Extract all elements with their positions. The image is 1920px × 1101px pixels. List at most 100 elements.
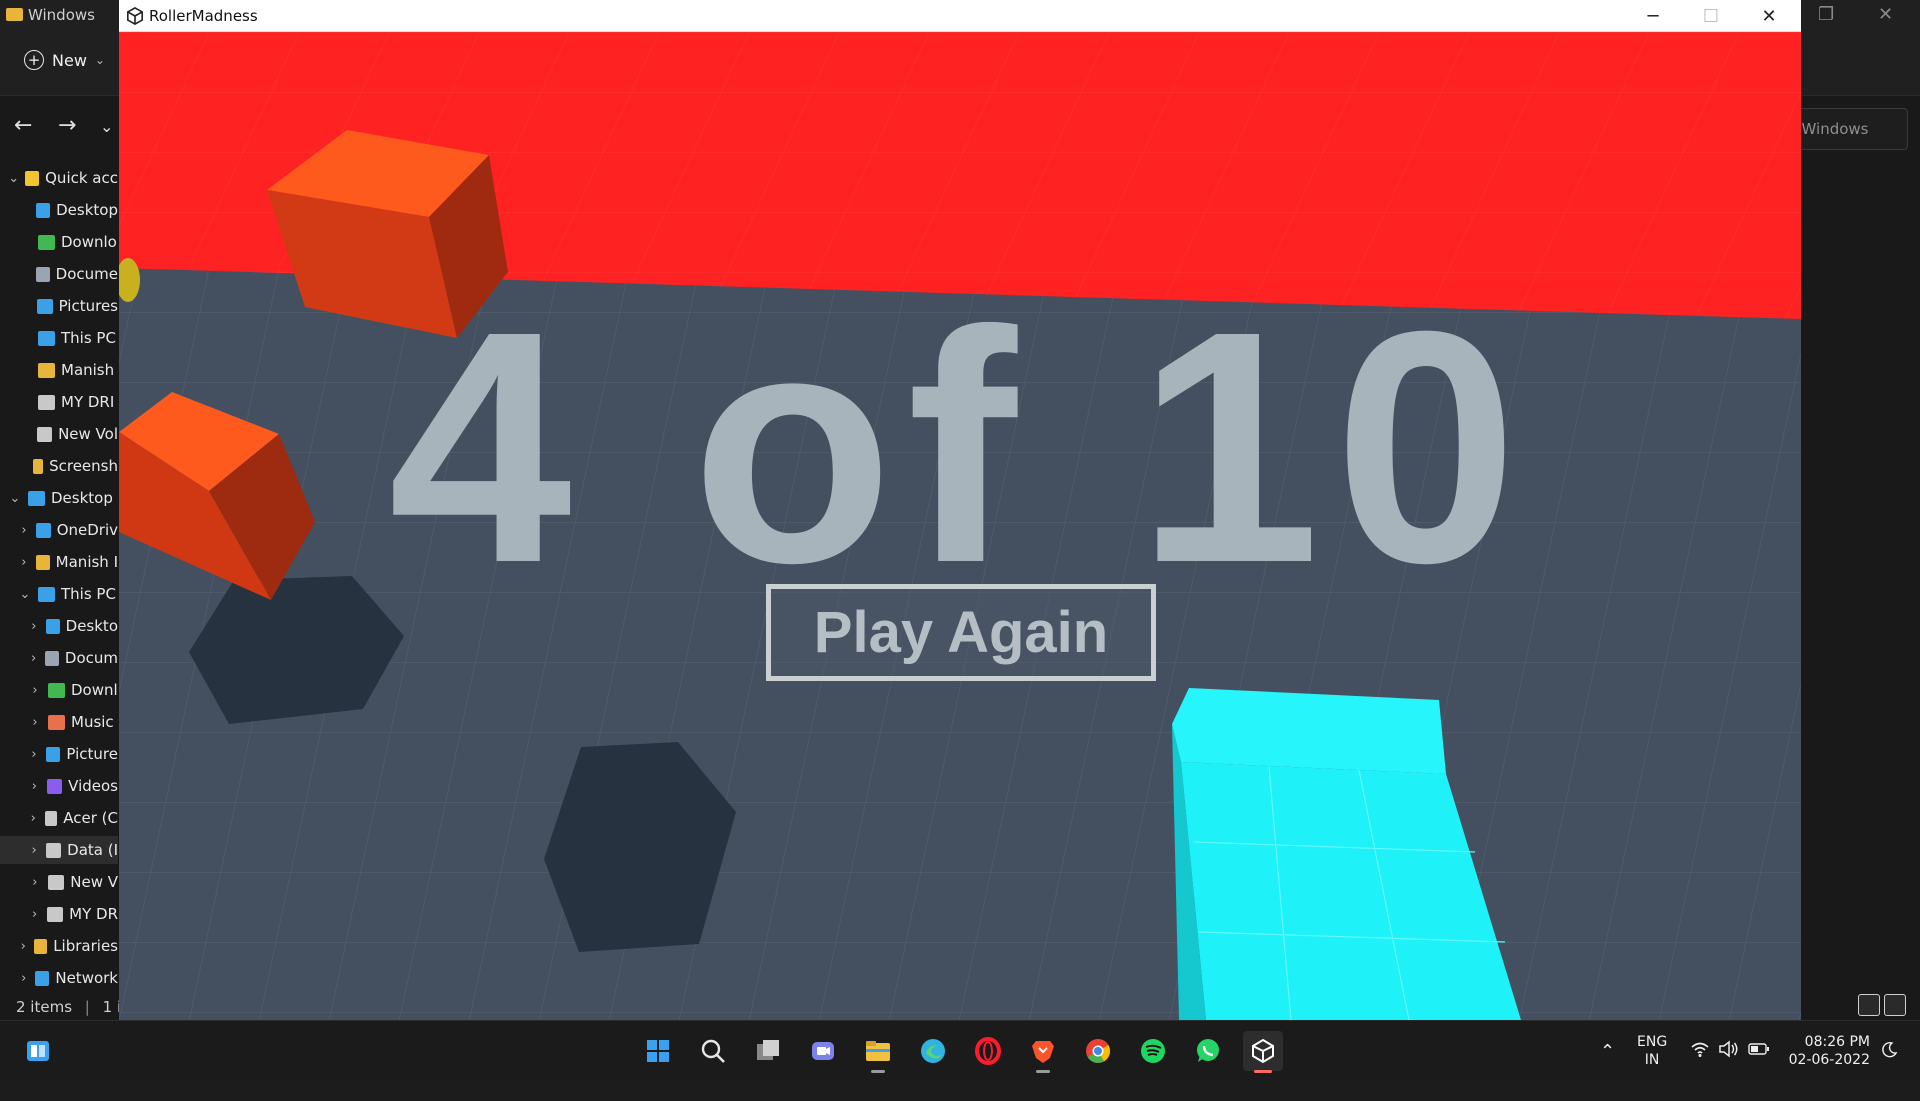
expand-chevron-icon[interactable]: ›	[28, 811, 39, 826]
sidebar-item[interactable]: ⌄ Desktop	[0, 484, 118, 512]
plus-icon: +	[24, 50, 44, 70]
sidebar-item-label: Desktop	[56, 201, 118, 219]
sidebar-item[interactable]: › Libraries	[0, 932, 118, 960]
unity-icon[interactable]	[1243, 1031, 1283, 1073]
sidebar-item[interactable]: › New V	[0, 868, 118, 896]
sidebar-item[interactable]: › Videos	[0, 772, 118, 800]
sidebar-item[interactable]: › OneDriv	[0, 516, 118, 544]
restore-icon[interactable]: ❐	[1818, 4, 1834, 25]
expand-chevron-icon[interactable]: ›	[28, 683, 42, 698]
expand-chevron-icon[interactable]: ⌄	[8, 491, 22, 506]
chevron-up-icon[interactable]: ⌃	[1600, 1041, 1615, 1101]
drive-icon	[38, 394, 55, 410]
region-code: IN	[1644, 1052, 1660, 1068]
expand-chevron-icon[interactable]: ›	[28, 875, 42, 890]
widgets-icon[interactable]	[18, 1031, 58, 1071]
expand-chevron-icon[interactable]: ›	[18, 523, 30, 538]
expand-chevron-icon[interactable]: ›	[28, 907, 41, 922]
time-text: 08:26 PM	[1804, 1034, 1870, 1050]
sidebar-item-label: Manish	[61, 361, 115, 379]
search-icon[interactable]	[693, 1031, 733, 1071]
edge-icon[interactable]	[913, 1031, 953, 1071]
minimize-icon[interactable]: ─	[1624, 0, 1682, 32]
volume-icon[interactable]	[1718, 1040, 1740, 1100]
sidebar-item[interactable]: Manish	[0, 356, 118, 384]
sidebar-item[interactable]: This PC	[0, 324, 118, 352]
brave-icon[interactable]	[1023, 1031, 1063, 1073]
close-icon[interactable]: ✕	[1878, 4, 1893, 25]
game-viewport[interactable]: 4 of 10 Play Again	[119, 32, 1801, 1020]
sidebar-item[interactable]: › Music	[0, 708, 118, 736]
sidebar-item-label: Deskto	[65, 617, 118, 635]
play-again-button[interactable]: Play Again	[766, 584, 1156, 681]
drive-icon	[46, 842, 62, 858]
expand-chevron-icon[interactable]: ⌄	[8, 171, 19, 186]
expand-chevron-icon[interactable]: ›	[28, 747, 40, 762]
view-buttons	[1858, 994, 1906, 1016]
expand-chevron-icon[interactable]: ›	[18, 555, 30, 570]
score-display: 4 of 10	[388, 262, 1532, 631]
date-text: 02-06-2022	[1788, 1052, 1870, 1068]
expand-chevron-icon[interactable]: ›	[18, 939, 28, 954]
sidebar-item[interactable]: › Picture	[0, 740, 118, 768]
sidebar-item[interactable]: Screensh	[0, 452, 118, 480]
whatsapp-icon[interactable]	[1188, 1031, 1228, 1071]
network-icon	[35, 970, 50, 986]
clock[interactable]: 08:26 PM 02-06-2022	[1780, 1033, 1870, 1069]
tiles-view-icon[interactable]	[1884, 994, 1906, 1016]
opera-icon[interactable]	[968, 1031, 1008, 1071]
language-indicator[interactable]: ENG IN	[1637, 1033, 1667, 1069]
cyan-cube-top	[1172, 688, 1446, 774]
expand-chevron-icon[interactable]: ›	[28, 715, 42, 730]
sidebar-item-label: Music	[71, 713, 114, 731]
sidebar-item[interactable]: New Vol	[0, 420, 118, 448]
sidebar-item-label: Manish I	[55, 553, 118, 571]
sidebar-item[interactable]: › Deskto	[0, 612, 118, 640]
folder-icon	[6, 8, 23, 21]
file-explorer-icon[interactable]	[858, 1031, 898, 1073]
sidebar-item[interactable]: › Data (I	[0, 836, 118, 864]
sidebar-item[interactable]: › Manish I	[0, 548, 118, 576]
expand-chevron-icon[interactable]: ›	[28, 779, 41, 794]
sidebar-item-label: Screensh	[49, 457, 118, 475]
sidebar-item[interactable]: › Downl	[0, 676, 118, 704]
wifi-icon[interactable]	[1690, 1040, 1710, 1100]
desktop-icon	[35, 202, 51, 218]
sidebar-item[interactable]: Desktop	[0, 196, 118, 224]
sidebar-item[interactable]: Pictures	[0, 292, 118, 320]
sidebar-item[interactable]: › Docum	[0, 644, 118, 672]
teams-chat-icon[interactable]	[803, 1031, 843, 1071]
sidebar-item[interactable]: › MY DR	[0, 900, 118, 928]
sidebar-item[interactable]: › Acer (C	[0, 804, 118, 832]
game-titlebar: RollerMadness ─ ☐ ✕	[119, 0, 1801, 32]
sidebar-item-label: Docum	[64, 649, 118, 667]
folder-icon	[32, 458, 44, 474]
sidebar-item[interactable]: ⌄ This PC	[0, 580, 118, 608]
expand-chevron-icon[interactable]: ⌄	[18, 587, 32, 602]
expand-chevron-icon[interactable]: ›	[28, 843, 40, 858]
sidebar-item-label: Picture	[66, 745, 118, 763]
close-icon[interactable]: ✕	[1740, 0, 1798, 32]
navigation-pane: ⌄ Quick acc Desktop Downlo Docume Pictures Thi…	[0, 160, 118, 990]
task-view-icon[interactable]	[748, 1031, 788, 1071]
sidebar-item[interactable]: ⌄ Quick acc	[0, 164, 118, 192]
recent-dropdown-icon[interactable]: ⌄	[100, 117, 113, 136]
focus-assist-icon[interactable]	[1880, 1041, 1898, 1101]
start-icon[interactable]	[638, 1031, 678, 1071]
back-arrow-icon[interactable]: ←	[14, 113, 32, 138]
forward-arrow-icon[interactable]: →	[58, 113, 76, 138]
sidebar-item[interactable]: Docume	[0, 260, 118, 288]
sidebar-item[interactable]: Downlo	[0, 228, 118, 256]
expand-chevron-icon[interactable]: ›	[28, 619, 40, 634]
new-button[interactable]: + New ⌄	[24, 50, 105, 70]
battery-icon[interactable]	[1748, 1041, 1770, 1101]
maximize-icon[interactable]: ☐	[1682, 0, 1740, 32]
sidebar-item[interactable]: MY DRI	[0, 388, 118, 416]
spotify-icon[interactable]	[1133, 1031, 1173, 1071]
chrome-icon[interactable]	[1078, 1031, 1118, 1071]
expand-chevron-icon[interactable]: ›	[28, 651, 39, 666]
window-title: RollerMadness	[149, 7, 258, 25]
details-view-icon[interactable]	[1858, 994, 1880, 1016]
sidebar-item[interactable]: › Network	[0, 964, 118, 990]
expand-chevron-icon[interactable]: ›	[18, 971, 29, 986]
